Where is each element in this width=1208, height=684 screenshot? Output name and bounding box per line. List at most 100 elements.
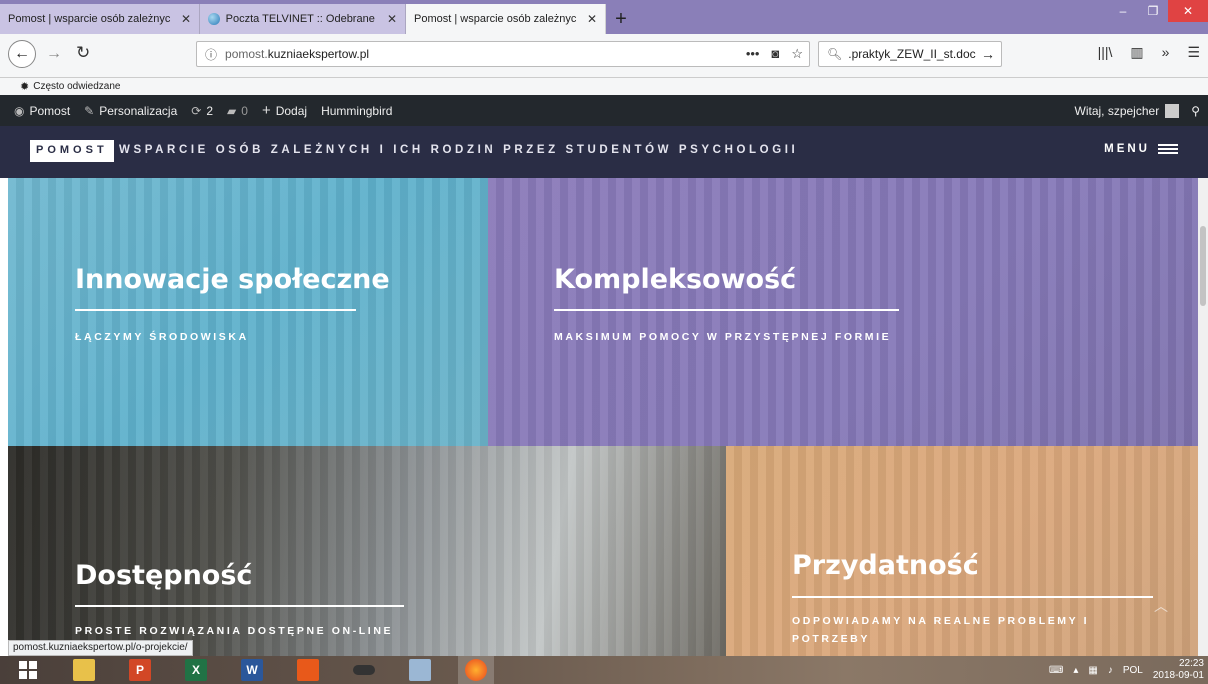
panel-subtitle: PROSTE ROZWIĄZANIA DOSTĘPNE ON-LINE — [75, 625, 394, 637]
library-icon[interactable]: |||\ — [1098, 44, 1113, 61]
panel-divider — [554, 309, 899, 311]
wp-customize-link[interactable]: ✎ Personalizacja — [84, 104, 177, 118]
globe-icon — [208, 13, 220, 25]
network-icon[interactable]: ▦ — [1088, 665, 1097, 676]
tab-label: Pomost | wsparcie osób zależnych i — [414, 13, 577, 25]
panel-innowacje[interactable]: Innowacje społeczne ŁĄCZYMY ŚRODOWISKA — [8, 178, 488, 446]
info-icon[interactable]: ⓘ — [205, 46, 217, 63]
windows-taskbar: P X W ⌨ ▴ ▦ ♪ POL 22:23 2018-09-01 — [0, 656, 1208, 684]
dashboard-icon: ◉ — [14, 103, 25, 118]
panel-divider — [792, 596, 1153, 598]
usb-device-icon[interactable] — [346, 656, 382, 684]
sidebar-icon[interactable]: ▥ — [1130, 44, 1143, 61]
comment-icon: ▰ — [227, 103, 237, 118]
toolbar-right: |||\ ▥ » ☰ — [1098, 44, 1208, 61]
search-bar[interactable]: 🔍︎ .praktyk_ZEW_II_st.doc → — [818, 41, 1002, 67]
wp-customize-label: Personalizacja — [99, 103, 178, 118]
pdf-app-icon[interactable] — [290, 656, 326, 684]
minimize-icon[interactable]: ‒ — [1108, 0, 1138, 22]
clock[interactable]: 22:23 2018-09-01 — [1153, 658, 1204, 682]
brush-icon: ✎ — [84, 103, 95, 118]
start-button[interactable] — [10, 656, 46, 684]
scroll-up-icon[interactable]: ︿ — [1154, 596, 1168, 616]
panel-background — [8, 178, 488, 446]
page-scrollbar[interactable] — [1198, 178, 1208, 656]
forward-button[interactable]: → — [46, 45, 62, 63]
wp-admin-bar: ◉ Pomost ✎ Personalizacja ⟳ 2 ▰ 0 + Doda… — [0, 95, 1208, 126]
wp-updates-link[interactable]: ⟳ 2 — [191, 104, 213, 118]
close-window-icon[interactable]: ✕ — [1168, 0, 1208, 22]
wp-updates-count: 2 — [206, 103, 214, 118]
panel-subtitle: MAKSIMUM POMOCY W PRZYSTĘPNEJ FORMIE — [554, 331, 892, 343]
panel-przydatnosc[interactable]: Przydatność ODPOWIADAMY NA REALNE PROBLE… — [726, 446, 1198, 656]
tab-pomost-1[interactable]: Pomost | wsparcie osób zależnych i ✕ — [0, 4, 200, 34]
overflow-chevron-icon[interactable]: » — [1162, 44, 1170, 61]
url-host: pomost. — [225, 47, 268, 61]
status-link-preview: pomost.kuzniaekspertow.pl/o-projekcie/ — [8, 640, 193, 656]
keyboard-icon[interactable]: ⌨ — [1049, 665, 1063, 676]
panel-kompleksowosc[interactable]: Kompleksowość MAKSIMUM POMOCY W PRZYSTĘP… — [488, 178, 1198, 446]
windows-logo-icon — [19, 661, 37, 679]
search-icon: 🔍︎ — [827, 47, 843, 61]
menu-hamburger-icon[interactable]: ☰ — [1187, 44, 1200, 61]
wp-hummingbird-link[interactable]: Hummingbird — [321, 104, 392, 118]
volume-icon[interactable]: ♪ — [1108, 665, 1113, 676]
tab-close-icon[interactable]: ✕ — [181, 12, 191, 26]
firefox-icon[interactable] — [458, 656, 494, 684]
bookmark-most-visited[interactable]: Często odwiedzane — [33, 81, 120, 92]
panel-subtitle: ODPOWIADAMY NA REALNE PROBLEMY I POTRZEB… — [792, 615, 1090, 645]
tab-poczta[interactable]: Poczta TELVINET :: Odebrane ✕ — [200, 4, 406, 34]
wp-account[interactable]: Witaj, szpejcher ⚲ — [1074, 103, 1200, 118]
panel-dostepnosc[interactable]: Dostępność PROSTE ROZWIĄZANIA DOSTĘPNE O… — [8, 446, 726, 656]
tab-label: Poczta TELVINET :: Odebrane — [225, 13, 375, 25]
panel-divider — [75, 309, 356, 311]
wp-site-label: Pomost — [29, 103, 71, 118]
page-actions-icon[interactable]: ••• — [746, 46, 760, 62]
maximize-icon[interactable]: ❐ — [1138, 0, 1168, 22]
search-icon[interactable]: ⚲ — [1191, 104, 1200, 118]
wp-comments-link[interactable]: ▰ 0 — [227, 104, 248, 118]
wp-greeting: Witaj, szpejcher — [1074, 103, 1160, 118]
pocket-icon[interactable]: ◙ — [771, 46, 779, 62]
bookmark-star-icon[interactable]: ☆ — [791, 46, 803, 62]
panel-divider — [75, 605, 404, 607]
back-button[interactable]: ← — [8, 40, 36, 68]
wp-site-link[interactable]: ◉ Pomost — [14, 104, 70, 118]
url-actions: ••• ◙ ☆ — [746, 46, 803, 62]
url-bar[interactable]: ⓘ pomost. kuzniaekspertow.pl ••• ◙ ☆ — [196, 41, 810, 67]
panel-subtitle: ŁĄCZYMY ŚRODOWISKA — [75, 331, 249, 343]
search-go-icon[interactable]: → — [981, 46, 995, 62]
window-controls: ‒ ❐ ✕ — [1108, 0, 1208, 22]
language-indicator[interactable]: POL — [1123, 665, 1143, 676]
wp-comments-count: 0 — [241, 103, 248, 118]
updates-icon: ⟳ — [191, 103, 202, 118]
site-logo[interactable]: POMOST — [30, 140, 114, 162]
panel-background — [488, 178, 1198, 446]
wp-add-link[interactable]: + Dodaj — [262, 102, 307, 119]
plus-icon: + — [261, 102, 271, 119]
menu-label: MENU — [1104, 143, 1150, 155]
browser-tab-bar: Pomost | wsparcie osób zależnych i ✕ Poc… — [0, 0, 1208, 34]
panel-title: Przydatność — [792, 550, 979, 581]
powerpoint-icon[interactable]: P — [122, 656, 158, 684]
bookmarks-bar: ✹ Często odwiedzane — [0, 78, 1208, 95]
panel-title: Dostępność — [75, 560, 253, 591]
file-explorer-icon[interactable] — [66, 656, 102, 684]
site-tagline: WSPARCIE OSÓB ZALEŻNYCH I ICH RODZIN PRZ… — [119, 144, 799, 156]
clock-date: 2018-09-01 — [1152, 670, 1204, 681]
tray-expand-icon[interactable]: ▴ — [1073, 665, 1078, 676]
tab-pomost-active[interactable]: Pomost | wsparcie osób zależnych i ✕ — [406, 4, 606, 34]
word-icon[interactable]: W — [234, 656, 270, 684]
site-header: POMOST WSPARCIE OSÓB ZALEŻNYCH I ICH ROD… — [0, 126, 1208, 178]
avatar — [1165, 103, 1180, 118]
scrollbar-thumb[interactable] — [1200, 226, 1206, 306]
new-tab-button[interactable]: + — [606, 4, 636, 34]
excel-icon[interactable]: X — [178, 656, 214, 684]
calculator-icon[interactable] — [402, 656, 438, 684]
tab-close-icon[interactable]: ✕ — [387, 12, 397, 26]
reload-button[interactable]: ↻ — [76, 43, 90, 63]
navigation-bar: ← → ↻ ⓘ pomost. kuzniaekspertow.pl ••• ◙ … — [0, 34, 1208, 78]
system-tray: ⌨ ▴ ▦ ♪ POL 22:23 2018-09-01 — [1049, 658, 1204, 682]
tab-close-icon[interactable]: ✕ — [587, 12, 597, 26]
menu-button[interactable]: MENU — [1104, 143, 1178, 155]
